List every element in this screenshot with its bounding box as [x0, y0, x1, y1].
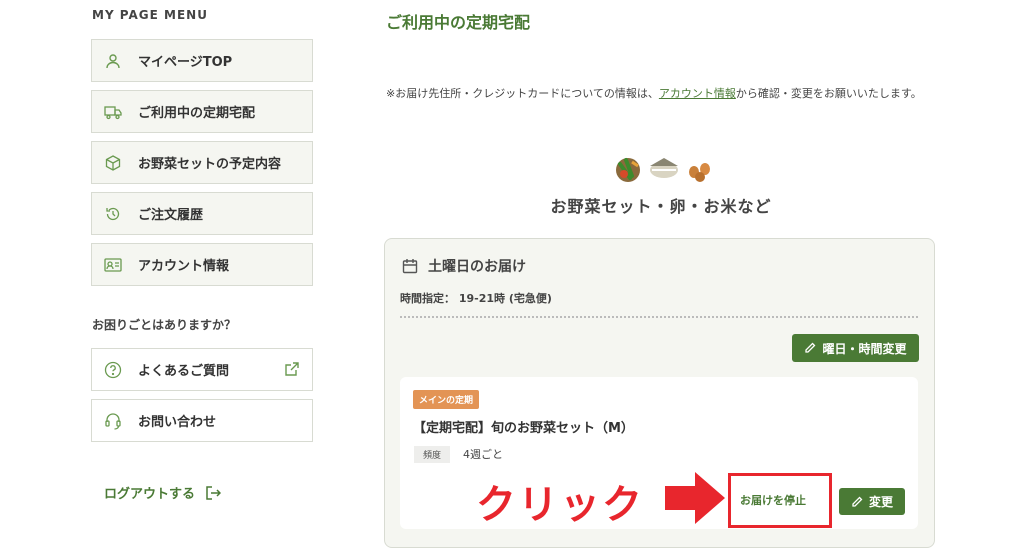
delivery-day-heading: 土曜日のお届け [402, 256, 526, 276]
change-day-time-button[interactable]: 曜日・時間変更 [792, 334, 919, 362]
category-heading: お野菜セット・卵・お米など [550, 197, 772, 216]
vegetables-icon [616, 158, 640, 182]
sidebar-item-label: お野菜セットの予定内容 [138, 157, 282, 172]
page-title: ご利用中の定期宅配 [386, 13, 531, 32]
person-icon [104, 52, 122, 70]
arrow-right-icon [665, 472, 725, 528]
stop-delivery-link[interactable]: お届けを停止 [740, 492, 806, 508]
logout-icon [206, 485, 222, 500]
faq-label: よくあるご質問 [138, 364, 230, 379]
account-info-link[interactable]: アカウント情報 [659, 87, 736, 100]
sidebar-item-label: ご利用中の定期宅配 [138, 106, 256, 121]
delivery-time: 時間指定： 19-21時 (宅急便) [400, 292, 552, 305]
truck-icon [104, 103, 122, 121]
box-icon [104, 154, 122, 172]
account-notice: ※お届け先住所・クレジットカードについての情報は、アカウント情報から確認・変更を… [386, 83, 936, 104]
contact-link[interactable]: お問い合わせ [91, 399, 313, 442]
sidebar-item-mypage-top[interactable]: マイページTOP [91, 39, 313, 82]
click-annotation: クリック [476, 482, 644, 528]
sidebar-item-label: マイページTOP [138, 55, 233, 70]
sidebar-item-label: ご注文履歴 [138, 208, 204, 223]
change-label: 変更 [868, 495, 893, 509]
help-title: お困りごとはありますか？ [92, 318, 237, 332]
pencil-icon [852, 496, 863, 507]
pencil-icon [805, 342, 816, 353]
notice-text-after: から確認・変更をお願いいたします。 [735, 87, 922, 100]
question-icon [104, 361, 122, 379]
contact-label: お問い合わせ [138, 415, 217, 430]
id-card-icon [104, 256, 122, 274]
history-icon [104, 205, 122, 223]
change-button[interactable]: 変更 [839, 488, 905, 515]
product-category-icons [612, 152, 716, 188]
logout-label: ログアウトする [104, 487, 196, 502]
frequency-label: 頻度 [414, 446, 451, 463]
logout-link[interactable]: ログアウトする [104, 483, 222, 502]
headset-icon [104, 412, 122, 430]
external-link-icon [284, 361, 300, 381]
sidebar-item-label: アカウント情報 [138, 259, 230, 274]
sidebar-title: MY PAGE MENU [92, 8, 208, 22]
eggs-icon [689, 163, 710, 182]
sidebar-item-account[interactable]: アカウント情報 [91, 243, 313, 286]
rice-icon [650, 158, 678, 178]
notice-text-before: ※お届け先住所・クレジットカードについての情報は、 [386, 87, 659, 100]
calendar-icon [402, 259, 418, 274]
frequency-value: 4週ごと [463, 448, 503, 461]
main-subscription-badge: メインの定期 [413, 390, 480, 409]
sidebar-item-vegetable-plan[interactable]: お野菜セットの予定内容 [91, 141, 313, 184]
change-day-time-label: 曜日・時間変更 [822, 341, 907, 356]
divider [400, 316, 918, 318]
sidebar-item-order-history[interactable]: ご注文履歴 [91, 192, 313, 235]
sidebar-item-subscription[interactable]: ご利用中の定期宅配 [91, 90, 313, 133]
product-name: 【定期宅配】旬のお野菜セット（M） [413, 421, 634, 436]
faq-link[interactable]: よくあるご質問 [91, 348, 313, 391]
delivery-day-label: 土曜日のお届け [428, 259, 526, 275]
